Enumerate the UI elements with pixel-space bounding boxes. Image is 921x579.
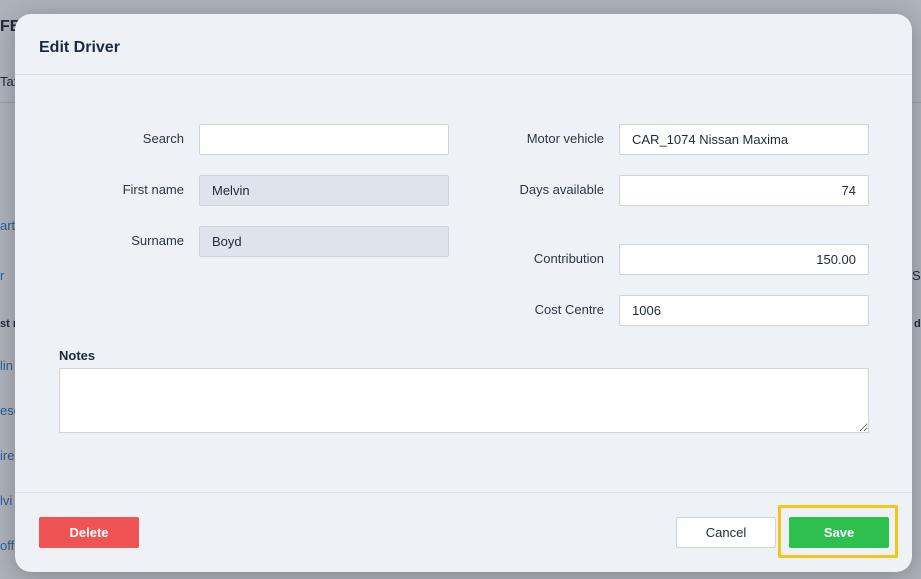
background-right-fragment: d: [914, 318, 921, 330]
background-row-fragment: ire: [0, 448, 15, 463]
dialog-title: Edit Driver: [39, 39, 120, 56]
background-row-fragment: lin: [0, 358, 14, 373]
surname-field[interactable]: [199, 226, 449, 257]
footer-divider: [15, 492, 912, 493]
edit-driver-dialog: Edit Driver Search First name Surname Mo…: [15, 14, 912, 572]
search-label: Search: [142, 131, 184, 146]
cancel-button[interactable]: Cancel: [676, 517, 776, 548]
save-highlight-box: [778, 505, 898, 558]
dialog-header: Edit Driver: [15, 14, 912, 75]
background-row-fragment: lvi: [0, 493, 13, 508]
contribution-label: Contribution: [533, 251, 604, 266]
background-link-fragment: r: [0, 268, 5, 283]
cost-centre-label: Cost Centre: [534, 302, 604, 317]
contribution-field[interactable]: [619, 244, 869, 275]
days-available-label: Days available: [519, 182, 604, 197]
motor-vehicle-field[interactable]: [619, 124, 869, 155]
days-available-field[interactable]: [619, 175, 869, 206]
surname-label: Surname: [131, 233, 184, 248]
background-link-fragment: art: [0, 218, 16, 233]
notes-textarea[interactable]: [59, 368, 869, 433]
motor-vehicle-label: Motor vehicle: [526, 131, 604, 146]
cost-centre-field[interactable]: [619, 295, 869, 326]
background-right-fragment: Se: [912, 268, 921, 283]
notes-label: Notes: [59, 348, 96, 363]
first-name-field[interactable]: [199, 175, 449, 206]
delete-button[interactable]: Delete: [39, 517, 139, 548]
first-name-label: First name: [122, 182, 184, 197]
search-input[interactable]: [199, 124, 449, 155]
background-row-fragment: off: [0, 538, 15, 553]
